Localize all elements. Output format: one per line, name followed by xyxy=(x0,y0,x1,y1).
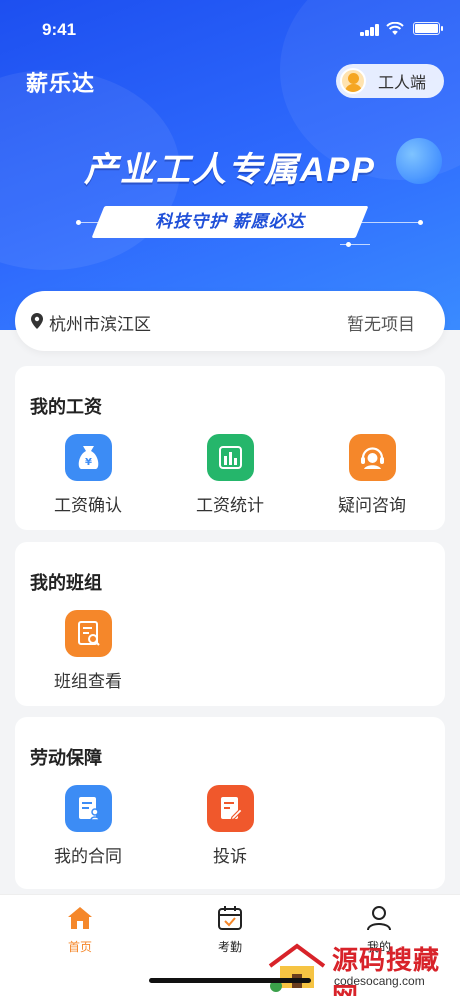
banner-line xyxy=(360,222,420,223)
team-view-label: 班组查看 xyxy=(54,672,122,691)
hero-banner: 9:41 薪乐达 工人端 产业工人专属APP 科技守护 薪愿必达 xyxy=(0,0,460,330)
consult-label: 疑问咨询 xyxy=(338,496,406,515)
svg-text:¥: ¥ xyxy=(85,457,92,468)
consult-button[interactable]: 疑问咨询 xyxy=(317,434,427,516)
labor-section-title: 劳动保障 xyxy=(30,748,102,768)
bar-chart-icon xyxy=(206,434,254,481)
project-status[interactable]: 暂无项目 xyxy=(347,310,415,335)
watermark: 源码搜藏网 codesocang.com xyxy=(262,938,458,996)
worker-avatar-icon xyxy=(340,68,366,94)
labor-card: 劳动保障 我的合同 投诉 xyxy=(15,717,445,889)
salary-stats-label: 工资统计 xyxy=(196,496,264,515)
watermark-house-logo xyxy=(268,943,326,992)
salary-section-title: 我的工资 xyxy=(30,397,102,417)
signal-icon xyxy=(360,24,380,36)
team-card: 我的班组 班组查看 xyxy=(15,542,445,706)
location-pin-icon xyxy=(31,313,43,329)
salary-card: 我的工资 ¥ 工资确认 工资统计 疑问咨询 xyxy=(15,366,445,530)
banner-slogan: 产业工人专属APP xyxy=(84,151,376,189)
user-icon xyxy=(367,906,391,931)
team-section-title: 我的班组 xyxy=(30,573,102,593)
document-search-icon xyxy=(64,610,112,657)
home-icon xyxy=(68,907,92,929)
location-bar[interactable]: 杭州市滨江区 暂无项目 xyxy=(15,291,445,351)
team-view-button[interactable]: 班组查看 xyxy=(33,610,143,692)
battery-icon xyxy=(413,22,443,35)
app-brand: 薪乐达 xyxy=(26,71,96,96)
role-label: 工人端 xyxy=(378,75,427,92)
home-indicator xyxy=(149,978,311,983)
tab-attendance-label: 考勤 xyxy=(217,940,242,954)
contract-button[interactable]: 我的合同 xyxy=(33,785,143,867)
salary-confirm-label: 工资确认 xyxy=(54,496,122,515)
banner-tagline: 科技守护 薪愿必达 xyxy=(155,212,305,231)
money-bag-icon: ¥ xyxy=(64,434,112,481)
calendar-check-icon xyxy=(218,906,242,930)
banner-dot xyxy=(346,242,351,247)
tab-attendance[interactable]: 考勤 xyxy=(200,905,260,955)
wifi-icon xyxy=(386,21,404,39)
complaint-edit-icon xyxy=(206,785,254,832)
contract-icon xyxy=(64,785,112,832)
role-switch-button[interactable]: 工人端 xyxy=(336,64,444,98)
status-bar: 9:41 xyxy=(0,0,460,56)
salary-stats-button[interactable]: 工资统计 xyxy=(175,434,285,516)
location-city[interactable]: 杭州市滨江区 xyxy=(49,310,151,335)
tab-home-label: 首页 xyxy=(67,940,92,954)
banner-line xyxy=(340,244,370,245)
contract-label: 我的合同 xyxy=(54,847,122,866)
tab-home[interactable]: 首页 xyxy=(50,905,110,955)
banner-dot xyxy=(76,220,81,225)
headset-icon xyxy=(348,434,396,481)
complaint-button[interactable]: 投诉 xyxy=(175,785,285,867)
status-time: 9:41 xyxy=(42,20,77,39)
salary-confirm-button[interactable]: ¥ 工资确认 xyxy=(33,434,143,516)
complaint-label: 投诉 xyxy=(213,847,247,866)
watermark-domain: codesocang.com xyxy=(334,974,425,988)
banner-dot xyxy=(418,220,423,225)
